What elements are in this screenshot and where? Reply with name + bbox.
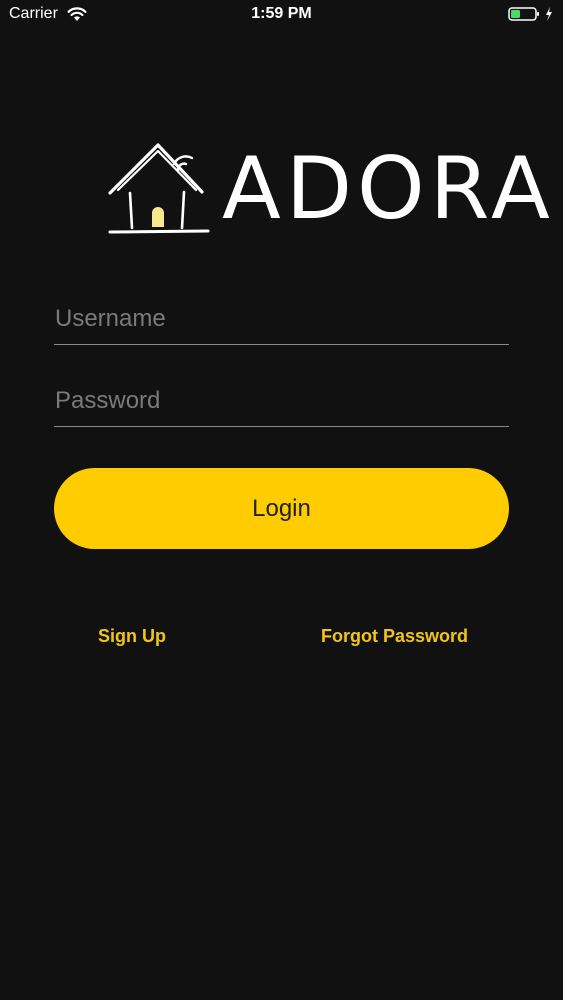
- sign-up-link[interactable]: Sign Up: [98, 626, 166, 647]
- battery-charging-icon: [508, 7, 552, 21]
- status-bar: Carrier 1:59 PM: [0, 0, 563, 30]
- app-logo: ADORA: [108, 140, 550, 240]
- app-wordmark: ADORA: [222, 139, 555, 239]
- password-input[interactable]: [54, 376, 509, 426]
- password-field[interactable]: [54, 376, 509, 427]
- login-button[interactable]: Login: [54, 468, 509, 549]
- username-input[interactable]: [54, 294, 509, 344]
- username-field[interactable]: [54, 294, 509, 345]
- forgot-password-link[interactable]: Forgot Password: [321, 626, 468, 647]
- status-time: 1:59 PM: [251, 5, 312, 22]
- house-wifi-logo-icon: [108, 143, 210, 234]
